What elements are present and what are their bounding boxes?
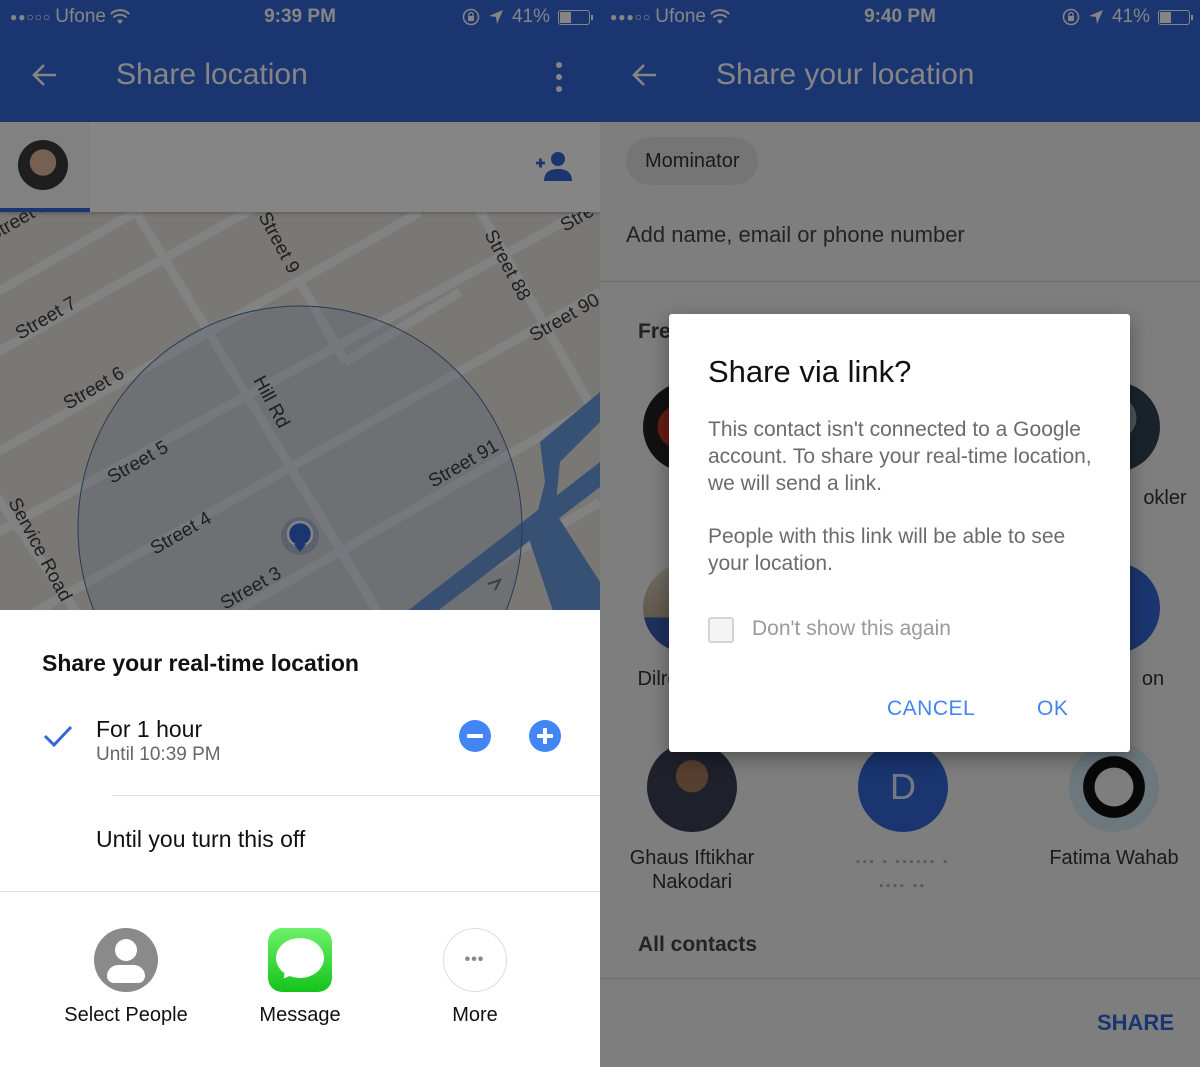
duration-option-subtitle: Until 10:39 PM (96, 744, 221, 765)
street-label: Street 7 (12, 293, 80, 344)
dialog-title: Share via link? (708, 354, 912, 389)
status-bar: ●●○○○ Ufone 9:39 PM 41% (0, 0, 600, 34)
select-people-label: Select People (64, 1004, 188, 1026)
back-arrow-icon[interactable] (30, 60, 62, 92)
imessage-icon (268, 928, 332, 992)
dialog-message-secondary: People with this link will be able to se… (708, 525, 1066, 575)
dont-show-again-label[interactable]: Don't show this again (752, 617, 951, 641)
street-label: Street 8 (0, 212, 52, 246)
shared-people-row (0, 122, 600, 212)
app-bar: ●●○○○ Ufone 9:39 PM 41% Share location (0, 0, 600, 122)
overflow-menu-icon[interactable] (554, 62, 564, 92)
location-arrow-icon (488, 10, 503, 24)
rotation-lock-icon (462, 8, 480, 26)
person-circle-icon (94, 928, 158, 992)
avatar (18, 140, 68, 190)
street-label: Street 9 (254, 212, 304, 277)
share-targets: Select People Message ••• More (0, 928, 600, 1038)
more-dots-icon: ••• (443, 928, 507, 992)
add-person-icon[interactable] (534, 150, 574, 182)
ok-button[interactable]: OK (1037, 697, 1068, 721)
share-your-location-screen: ●●●○○ Ufone 9:40 PM 41% Share your locat… (600, 0, 1200, 1067)
page-title: Share location (116, 58, 308, 91)
share-via-link-dialog: Share via link? This contact isn't conne… (669, 314, 1130, 752)
share-location-screen: ●●○○○ Ufone 9:39 PM 41% Share location S… (0, 0, 600, 1067)
share-bottom-sheet: Share your real-time location For 1 hour… (0, 610, 600, 1067)
shared-person-tab[interactable] (0, 122, 90, 212)
decrease-duration-button[interactable] (459, 720, 491, 752)
street-label: Stre (557, 212, 598, 236)
duration-option-title[interactable]: For 1 hour (96, 716, 202, 743)
until-turned-off-option[interactable]: Until you turn this off (96, 826, 305, 853)
cancel-button[interactable]: CANCEL (887, 697, 975, 721)
divider (112, 795, 600, 796)
battery-percent: 41% (511, 6, 550, 27)
divider (0, 891, 600, 892)
map-canvas[interactable]: Street 8 Street 7 Street 6 Street 5 Stre… (0, 212, 600, 610)
dialog-message: This contact isn't connected to a Google… (708, 418, 1092, 495)
dont-show-again-checkbox[interactable] (708, 617, 734, 643)
message-label: Message (259, 1004, 341, 1026)
checkmark-icon (43, 725, 73, 748)
more-label: More (452, 1004, 498, 1026)
map-view[interactable]: Street 8 Street 7 Street 6 Street 5 Stre… (0, 212, 600, 610)
battery-icon (558, 9, 593, 25)
increase-duration-button[interactable] (529, 720, 561, 752)
sheet-heading: Share your real-time location (42, 650, 359, 676)
